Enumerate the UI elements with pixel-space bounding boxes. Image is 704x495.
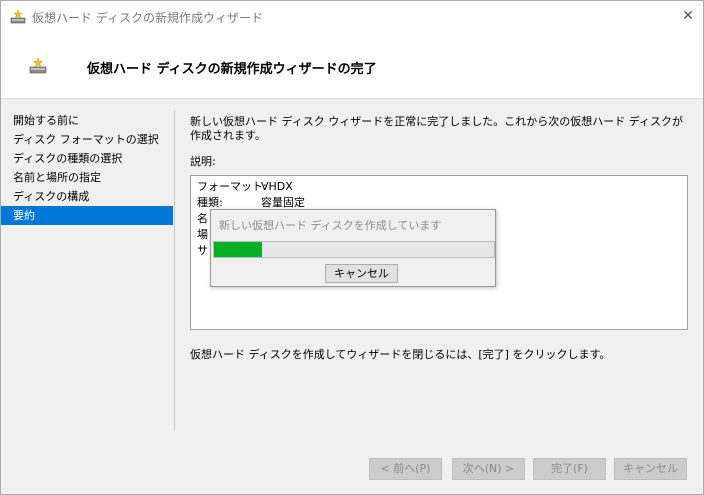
nav-item-choose-disk-format[interactable]: ディスク フォーマットの選択 bbox=[1, 130, 173, 149]
title-bar: 仮想ハード ディスクの新規作成ウィザード ✕ bbox=[1, 1, 703, 32]
progress-bar bbox=[213, 241, 495, 258]
nav-item-summary[interactable]: 要約 bbox=[1, 206, 173, 225]
page-title: 仮想ハード ディスクの新規作成ウィザードの完了 bbox=[87, 62, 377, 77]
intro-text: 新しい仮想ハード ディスク ウィザードを正常に完了しました。これから次の仮想ハー… bbox=[190, 115, 683, 142]
summary-row: フォーマット:VHDX bbox=[197, 179, 293, 195]
wizard-steps-nav: 開始する前に ディスク フォーマットの選択 ディスクの種類の選択 名前と場所の指… bbox=[1, 111, 173, 225]
finish-instruction: 仮想ハード ディスクを作成してウィザードを閉じるには、[完了] をクリックします… bbox=[190, 348, 611, 361]
cancel-button[interactable]: キャンセル bbox=[614, 458, 687, 480]
wizard-buttons: < 前へ(P) 次へ(N) > 完了(F) キャンセル bbox=[1, 458, 703, 480]
progress-fill bbox=[214, 242, 262, 257]
summary-key: フォーマット: bbox=[197, 180, 267, 193]
nav-divider bbox=[174, 111, 175, 431]
wizard-window: 仮想ハード ディスクの新規作成ウィザード ✕ 仮想ハード ディスクの新規作成ウィ… bbox=[0, 0, 704, 495]
finish-button[interactable]: 完了(F) bbox=[533, 458, 606, 480]
nav-item-before-you-begin[interactable]: 開始する前に bbox=[1, 111, 173, 130]
progress-dialog: 新しい仮想ハード ディスクを作成しています キャンセル bbox=[210, 209, 496, 287]
hard-disk-icon bbox=[10, 9, 26, 24]
nav-item-specify-name-location[interactable]: 名前と場所の指定 bbox=[1, 168, 173, 187]
next-button[interactable]: 次へ(N) > bbox=[452, 458, 525, 480]
progress-message: 新しい仮想ハード ディスクを作成しています bbox=[219, 219, 442, 232]
window-title: 仮想ハード ディスクの新規作成ウィザード bbox=[32, 11, 263, 25]
summary-value: VHDX bbox=[261, 180, 293, 193]
previous-button[interactable]: < 前へ(P) bbox=[369, 458, 442, 480]
hard-disk-icon bbox=[29, 57, 47, 74]
close-button[interactable]: ✕ bbox=[673, 1, 703, 32]
wizard-header: 仮想ハード ディスクの新規作成ウィザードの完了 bbox=[1, 32, 703, 99]
progress-cancel-button[interactable]: キャンセル bbox=[325, 264, 398, 283]
close-icon: ✕ bbox=[682, 8, 694, 24]
description-label: 説明: bbox=[190, 155, 216, 168]
nav-item-configure-disk[interactable]: ディスクの構成 bbox=[1, 187, 173, 206]
nav-item-choose-disk-type[interactable]: ディスクの種類の選択 bbox=[1, 149, 173, 168]
main-content: 新しい仮想ハード ディスク ウィザードを正常に完了しました。これから次の仮想ハー… bbox=[190, 115, 690, 168]
